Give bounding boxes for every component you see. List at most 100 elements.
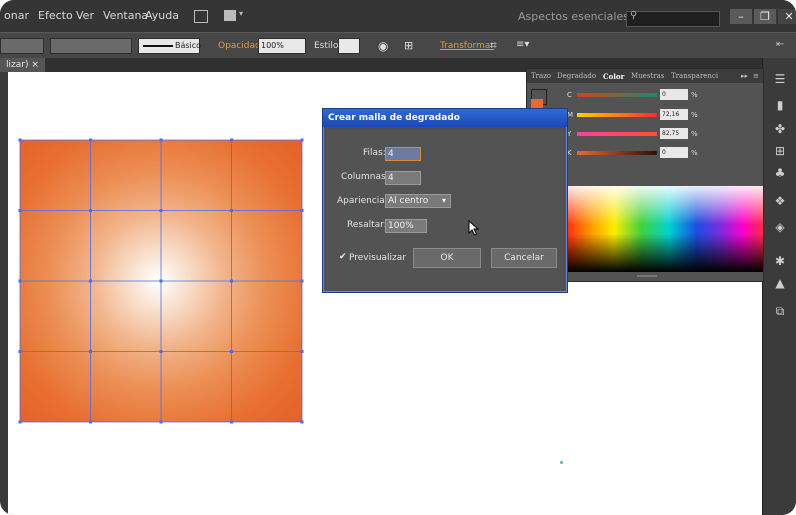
menu-seleccionar[interactable]: onar [4, 9, 29, 22]
isolate-icon[interactable]: ⌗ [490, 38, 497, 53]
align-icon[interactable]: ⊞ [404, 39, 413, 52]
stroke-panel-icon[interactable]: ▲ [771, 276, 789, 292]
mesh-point[interactable] [18, 209, 22, 212]
restore-button[interactable]: ❐ [754, 9, 776, 24]
recolor-icon[interactable]: ◉ [378, 39, 388, 53]
mesh-point[interactable] [89, 279, 92, 283]
menu-efecto[interactable]: Efecto [38, 9, 73, 22]
tab-color[interactable]: Color [603, 72, 624, 81]
bridge-icon[interactable] [194, 10, 208, 23]
graphic-styles-icon[interactable]: ❖ [771, 194, 789, 210]
mesh-point[interactable] [230, 279, 233, 283]
mesh-point[interactable] [300, 279, 304, 283]
stray-point [560, 461, 563, 464]
channel-c-label: C [567, 91, 572, 99]
ok-button[interactable]: OK [413, 248, 481, 268]
mesh-point[interactable] [18, 279, 22, 283]
layers-icon[interactable]: ◈ [771, 220, 789, 236]
tab-transparencia[interactable]: Transparenci [671, 72, 718, 80]
color-spectrum[interactable] [567, 186, 763, 272]
opacity-input[interactable]: 100% [258, 38, 306, 54]
dialog-title[interactable]: Crear malla de degradado [323, 109, 567, 127]
opacity-value: 100% [261, 41, 284, 50]
magenta-value-input[interactable]: 72,16 [660, 109, 688, 120]
tab-muestras[interactable]: Muestras [631, 72, 664, 80]
style-dropdown[interactable] [338, 38, 360, 54]
mesh-point[interactable] [159, 279, 163, 283]
menu-ver[interactable]: Ver [76, 9, 94, 22]
mesh-point[interactable] [89, 420, 92, 424]
rows-input[interactable]: 4 [385, 147, 421, 161]
mesh-point[interactable] [89, 209, 92, 212]
workspace-dropdown[interactable]: Aspectos esenciales ▾ [518, 10, 638, 23]
search-input[interactable]: ⚲ [626, 10, 720, 27]
expand-panel-icon[interactable]: ▸▸ [741, 72, 748, 80]
yellow-slider[interactable] [577, 132, 657, 136]
control-bar: Básico Opacidad: 100% Estilo: ◉ ⊞ Transf… [0, 32, 796, 59]
collapse-arrow-icon[interactable]: ⇤ [776, 39, 784, 50]
mouse-cursor-icon [468, 220, 480, 236]
mesh-point[interactable] [300, 138, 304, 142]
symbols-icon[interactable]: ♣ [771, 166, 789, 182]
panel-list-icon[interactable]: ☰ [771, 72, 789, 88]
minimize-button[interactable]: – [730, 9, 752, 24]
cancel-button[interactable]: Cancelar [491, 248, 557, 268]
document-tab[interactable]: lizar) × [0, 58, 45, 72]
panel-options-icon[interactable]: ≡ [753, 72, 759, 80]
arrange-dropdown-icon[interactable]: ▾ [239, 9, 243, 18]
appearance-icon[interactable]: ✱ [771, 254, 789, 270]
appearance-value: Al centro [388, 196, 429, 206]
fill-dropdown[interactable] [0, 38, 44, 54]
mesh-point[interactable] [159, 138, 163, 142]
mesh-point[interactable] [89, 138, 92, 142]
mesh-point[interactable] [300, 350, 304, 353]
mesh-point[interactable] [230, 420, 233, 424]
black-slider[interactable] [577, 151, 657, 155]
cyan-value-input[interactable]: 0 [660, 89, 688, 100]
chevron-down-icon: ▾ [441, 196, 446, 205]
menu-ventana[interactable]: Ventana [103, 9, 148, 22]
mesh-point[interactable] [18, 350, 22, 353]
mesh-point[interactable] [18, 420, 22, 424]
cyan-slider[interactable] [577, 93, 657, 97]
appearance-label: Apariencia: [337, 196, 388, 206]
yellow-value-input[interactable]: 82,75 [660, 128, 688, 139]
mesh-point[interactable] [230, 209, 233, 212]
preview-label[interactable]: Previsualizar [349, 253, 406, 263]
mesh-point[interactable] [230, 138, 233, 142]
mesh-point[interactable] [230, 350, 233, 353]
mesh-point[interactable] [159, 209, 163, 212]
stroke-weight-dropdown[interactable] [50, 38, 132, 54]
swatches-icon[interactable]: ✤ [771, 122, 789, 138]
brushes-icon[interactable]: ⊞ [771, 144, 789, 160]
mesh-point[interactable] [89, 350, 92, 353]
artboards-icon[interactable]: ⧉ [771, 304, 789, 320]
mesh-point[interactable] [300, 209, 304, 212]
black-value-input[interactable]: 0 [660, 147, 688, 158]
dialog-body: Filas: 4 Columnas: 4 Apariencia: Al cent… [325, 129, 565, 289]
preview-checkbox[interactable]: ✔ [339, 252, 347, 262]
mesh-point[interactable] [18, 138, 22, 142]
transform-link[interactable]: Transformar [440, 41, 494, 51]
highlight-label: Resaltar: [347, 220, 387, 230]
stroke-line-icon [143, 45, 173, 47]
columns-input[interactable]: 4 [385, 171, 421, 185]
appearance-select[interactable]: Al centro ▾ [385, 194, 451, 208]
yellow-unit: % [691, 130, 698, 138]
color-panel-tabs: Trazo Degradado Color Muestras Transpare… [527, 69, 763, 83]
mesh-point[interactable] [159, 350, 163, 353]
tab-degradado[interactable]: Degradado [557, 72, 596, 80]
close-button[interactable]: ✕ [778, 9, 796, 24]
rows-label: Filas: [363, 148, 386, 158]
menu-ayuda[interactable]: Ayuda [145, 9, 179, 22]
panel-menu-icon[interactable]: ≡▾ [516, 39, 529, 50]
magenta-slider[interactable] [577, 113, 657, 117]
tab-trazo[interactable]: Trazo [531, 72, 551, 80]
mesh-point[interactable] [300, 420, 304, 424]
arrange-documents-icon[interactable] [224, 10, 236, 21]
stroke-style-dropdown[interactable]: Básico [138, 38, 201, 54]
color-guide-icon[interactable]: ▮ [771, 98, 789, 114]
highlight-input[interactable]: 100% [385, 219, 427, 233]
mesh-point[interactable] [159, 420, 163, 424]
panel-resize-handle[interactable] [637, 275, 657, 277]
